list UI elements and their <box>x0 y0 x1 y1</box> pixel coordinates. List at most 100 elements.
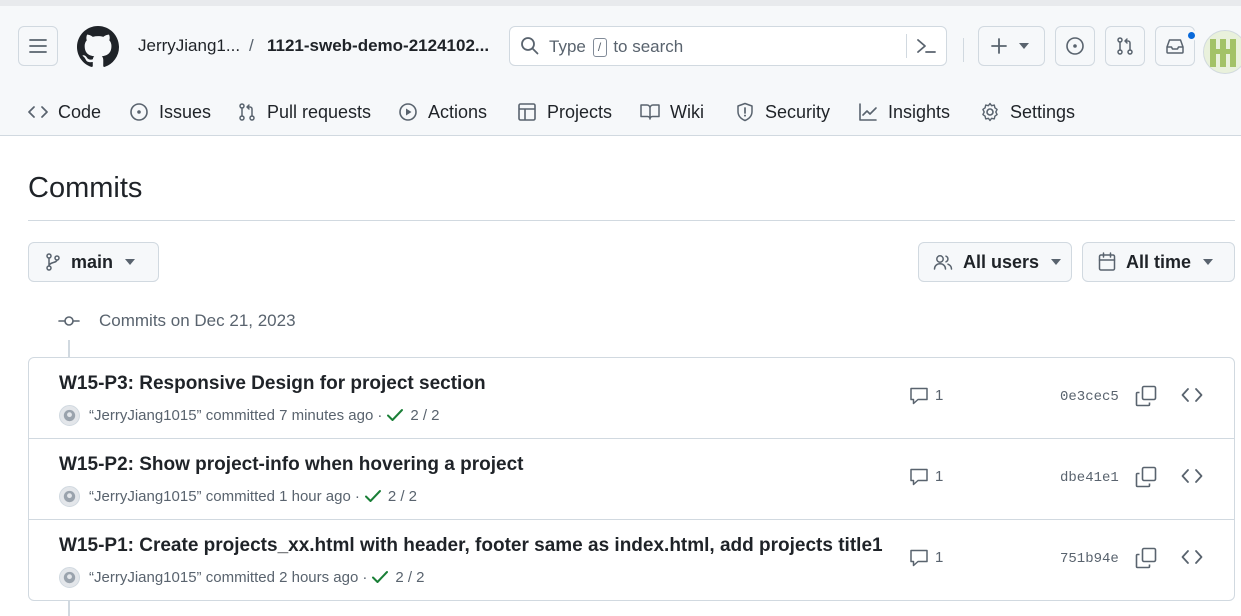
git-commit-icon <box>58 316 80 326</box>
git-branch-icon <box>46 253 60 271</box>
calendar-icon <box>1098 252 1116 271</box>
commit-row: W15-P1: Create projects_xx.html with hea… <box>29 520 1234 600</box>
tab-settings[interactable]: Settings <box>980 92 1075 132</box>
commit-action: committed <box>205 568 275 586</box>
shield-icon <box>737 102 753 122</box>
github-mark-icon <box>63 571 76 583</box>
commit-title-link[interactable]: W15-P3: Responsive Design for project se… <box>59 373 486 395</box>
search-icon <box>521 37 539 55</box>
check-icon[interactable] <box>364 489 382 503</box>
users-filter-button[interactable]: All users <box>918 242 1072 282</box>
branch-selector-button[interactable]: main <box>28 242 159 282</box>
checks-status[interactable]: 2 / 2 <box>410 407 439 424</box>
tab-insights-label: Insights <box>888 101 951 122</box>
check-icon[interactable] <box>386 408 404 422</box>
comment-count[interactable]: 1 <box>909 467 943 486</box>
code-icon <box>28 106 48 118</box>
chevron-down-icon <box>1203 259 1214 265</box>
tab-issues-label: Issues <box>159 101 212 122</box>
copy-icon[interactable] <box>1135 466 1157 488</box>
breadcrumb-separator: / <box>249 36 254 55</box>
comment-count[interactable]: 1 <box>909 386 943 405</box>
commit-action: committed <box>205 487 275 505</box>
commit-time: 7 minutes ago <box>279 406 374 424</box>
chevron-down-icon <box>1019 43 1029 49</box>
code-icon[interactable] <box>1181 467 1203 485</box>
commit-author[interactable]: “JerryJiang1015” <box>89 488 202 505</box>
open-global-nav-button[interactable] <box>18 26 58 66</box>
chevron-down-icon <box>125 259 136 265</box>
inbox-icon <box>1166 39 1184 54</box>
identicon <box>1204 31 1241 73</box>
meta-separator: · <box>377 406 383 424</box>
issue-opened-icon <box>130 103 148 121</box>
tab-actions-label: Actions <box>428 101 488 122</box>
gear-icon <box>982 102 998 122</box>
time-filter-label: All time <box>1126 251 1192 272</box>
commit-title-link[interactable]: W15-P2: Show project-info when hovering … <box>59 454 524 476</box>
comment-icon <box>910 549 928 567</box>
commit-action: committed <box>205 406 275 424</box>
your-pull-requests-button[interactable] <box>1105 26 1145 66</box>
check-icon[interactable] <box>371 570 389 584</box>
commit-list: W15-P3: Responsive Design for project se… <box>28 357 1235 601</box>
search-input[interactable]: Type / to search <box>509 26 947 66</box>
breadcrumb-repo[interactable]: 1121-sweb-demo-2124102... <box>267 36 489 56</box>
author-avatar[interactable] <box>59 404 80 426</box>
checks-status[interactable]: 2 / 2 <box>388 488 417 505</box>
commit-meta: “JerryJiang1015” committed 2 hours ago ·… <box>59 566 425 588</box>
github-mark-icon <box>63 409 76 421</box>
comment-count-value: 1 <box>935 549 944 566</box>
meta-separator: · <box>354 487 360 505</box>
tab-security[interactable]: Security <box>735 92 830 132</box>
table-icon <box>518 103 536 121</box>
commit-title-link[interactable]: W15-P1: Create projects_xx.html with hea… <box>59 535 883 557</box>
checks-status[interactable]: 2 / 2 <box>395 569 424 586</box>
code-icon[interactable] <box>1181 548 1203 566</box>
comment-count-value: 1 <box>935 468 944 485</box>
tab-issues[interactable]: Issues <box>129 92 211 132</box>
tab-insights[interactable]: Insights <box>858 92 950 132</box>
comment-count[interactable]: 1 <box>909 548 943 567</box>
commit-meta: “JerryJiang1015” committed 7 minutes ago… <box>59 404 440 426</box>
your-issues-button[interactable] <box>1055 26 1095 66</box>
terminal-icon[interactable] <box>915 36 937 56</box>
create-new-button[interactable] <box>978 26 1045 66</box>
play-icon <box>399 103 417 121</box>
header-divider <box>963 38 964 62</box>
comment-icon <box>910 468 928 486</box>
commit-sha-link[interactable]: 751b94e <box>1060 551 1119 567</box>
github-mark-icon[interactable] <box>77 26 119 68</box>
git-pull-request-icon <box>239 103 255 121</box>
plus-icon <box>991 38 1007 54</box>
tab-code[interactable]: Code <box>28 92 101 132</box>
user-avatar[interactable] <box>1203 30 1241 74</box>
time-filter-button[interactable]: All time <box>1082 242 1235 282</box>
commit-row: W15-P2: Show project-info when hovering … <box>29 439 1234 520</box>
tab-actions[interactable]: Actions <box>398 92 487 132</box>
copy-icon[interactable] <box>1135 547 1157 569</box>
commit-author[interactable]: “JerryJiang1015” <box>89 407 202 424</box>
author-avatar[interactable] <box>59 485 80 507</box>
tab-pull-requests[interactable]: Pull requests <box>237 92 371 132</box>
commit-author[interactable]: “JerryJiang1015” <box>89 569 202 586</box>
users-filter-label: All users <box>963 251 1040 272</box>
breadcrumb-owner[interactable]: JerryJiang1... <box>138 36 240 56</box>
branch-name: main <box>71 251 114 272</box>
commit-sha-link[interactable]: dbe41e1 <box>1060 470 1119 486</box>
search-placeholder: Type / to search <box>549 37 684 57</box>
git-pull-request-icon <box>1117 37 1133 55</box>
comment-icon <box>910 387 928 405</box>
people-icon <box>933 255 953 270</box>
tab-pull-requests-label: Pull requests <box>267 101 372 122</box>
tab-wiki[interactable]: Wiki <box>640 92 704 132</box>
tab-settings-label: Settings <box>1010 101 1076 122</box>
copy-icon[interactable] <box>1135 385 1157 407</box>
commit-time: 2 hours ago <box>279 568 359 586</box>
commit-sha-link[interactable]: 0e3cec5 <box>1060 389 1119 405</box>
global-header: JerryJiang1... / 1121-sweb-demo-2124102.… <box>0 0 1241 136</box>
tab-projects[interactable]: Projects <box>517 92 612 132</box>
search-divider <box>906 34 907 58</box>
code-icon[interactable] <box>1181 386 1203 404</box>
author-avatar[interactable] <box>59 566 80 588</box>
